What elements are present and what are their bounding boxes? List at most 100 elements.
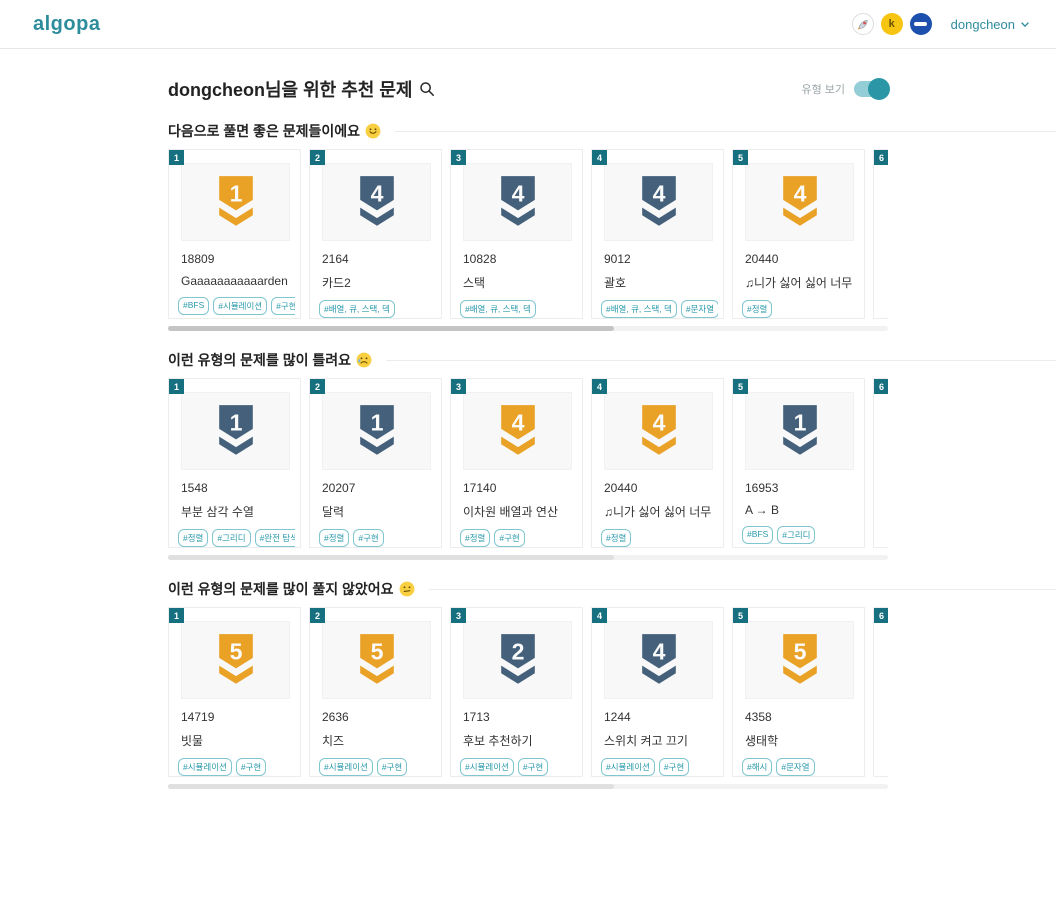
tag-chip[interactable]: #시뮬레이션 (213, 297, 267, 315)
tag-chip[interactable]: #문자열 (776, 758, 814, 776)
problem-card[interactable]: 6 (873, 607, 888, 777)
problem-card[interactable]: 1 1 1548 부분 삼각 수열 #정렬#그리디#완전 탐색 (168, 378, 301, 548)
horizontal-scrollbar[interactable] (168, 326, 888, 331)
problem-card[interactable]: 5 1 16953 A → B #BFS#그리디 (732, 378, 865, 548)
tag-chip[interactable]: #시뮬레이션 (460, 758, 514, 776)
problem-card[interactable]: 3 4 10828 스택 #배열, 큐, 스택, 덱 (450, 149, 583, 319)
tier-image: 5 (745, 621, 854, 699)
problem-card[interactable]: 4 4 9012 괄호 #배열, 큐, 스택, 덱#문자열 (591, 149, 724, 319)
problem-card[interactable]: 1 5 14719 빗물 #시뮬레이션#구현 (168, 607, 301, 777)
tier-shield-icon: 4 (638, 403, 680, 459)
tag-chip[interactable]: #배열, 큐, 스택, 덱 (460, 300, 536, 318)
tag-list: #정렬#구현 (460, 529, 577, 547)
tag-chip[interactable]: #배열, 큐, 스택, 덱 (319, 300, 395, 318)
tag-chip[interactable]: #완전 탐색 (255, 529, 295, 547)
rank-badge: 4 (592, 608, 607, 623)
tag-chip[interactable]: #그리디 (777, 526, 815, 544)
happy-face-icon (365, 123, 381, 139)
problem-section: 다음으로 풀면 좋은 문제들이에요 1 1 18809 Gaa (168, 121, 1056, 331)
tag-list: #배열, 큐, 스택, 덱 (319, 300, 436, 318)
problem-id: 20207 (322, 481, 441, 495)
toggle-label: 유형 보기 (801, 81, 845, 97)
tier-shield-icon: 4 (356, 174, 398, 230)
tag-chip[interactable]: #정렬 (742, 300, 772, 318)
problem-card[interactable]: 5 5 4358 생태학 #해시#문자열 (732, 607, 865, 777)
tag-list: #정렬#그리디 #완전 탐색 (178, 529, 295, 547)
problem-card[interactable]: 2 1 20207 달력 #정렬#구현 (309, 378, 442, 548)
tier-shield-icon: 1 (215, 174, 257, 230)
problem-id: 2164 (322, 252, 441, 266)
baekjoon-icon[interactable] (910, 13, 932, 35)
tag-list: #정렬 (742, 300, 859, 318)
section-header: 이런 유형의 문제를 많이 풀지 않았어요 (168, 579, 1056, 599)
tag-chip[interactable]: #구현 (377, 758, 407, 776)
problem-card[interactable]: 6 (873, 378, 888, 548)
problem-card[interactable]: 4 4 1244 스위치 켜고 끄기 #시뮬레이션#구현 (591, 607, 724, 777)
problem-card[interactable]: 6 (873, 149, 888, 319)
tier-shield-icon: 4 (638, 174, 680, 230)
user-menu[interactable]: dongcheon (951, 17, 1030, 32)
tag-chip[interactable]: #구현 (659, 758, 689, 776)
problem-card[interactable]: 1 1 18809 Gaaaaaaaaaaarden #BFS#시뮬레이션#구현 (168, 149, 301, 319)
tag-chip[interactable]: #BFS (178, 297, 209, 315)
tag-chip[interactable]: #정렬 (460, 529, 490, 547)
scrollbar-thumb[interactable] (168, 784, 614, 789)
tag-chip[interactable]: #구현 (236, 758, 266, 776)
problem-title: 카드2 (322, 274, 431, 291)
tag-list: #배열, 큐, 스택, 덱#문자열 (601, 300, 718, 318)
cards-viewport: 1 1 1548 부분 삼각 수열 #정렬#그리디#완전 탐색 2 1 2020… (168, 378, 888, 548)
rank-badge: 2 (310, 379, 325, 394)
rank-badge: 4 (592, 150, 607, 165)
tag-chip[interactable]: #구현 (494, 529, 524, 547)
tag-chip[interactable]: #BFS (742, 526, 773, 544)
horizontal-scrollbar[interactable] (168, 784, 888, 789)
tag-list: #시뮬레이션#구현 (178, 758, 295, 776)
tag-chip[interactable]: #시뮬레이션 (178, 758, 232, 776)
tag-chip[interactable]: #정렬 (178, 529, 208, 547)
tag-chip[interactable]: #구현 (271, 297, 295, 315)
scrollbar-thumb[interactable] (168, 326, 614, 331)
horizontal-scrollbar[interactable] (168, 555, 888, 560)
section-header: 이런 유형의 문제를 많이 틀려요 (168, 350, 1056, 370)
svg-text:4: 4 (652, 180, 665, 206)
problem-card[interactable]: 2 4 2164 카드2 #배열, 큐, 스택, 덱 (309, 149, 442, 319)
problem-card[interactable]: 3 4 17140 이차원 배열과 연산 #정렬#구현 (450, 378, 583, 548)
scrollbar-thumb[interactable] (168, 555, 614, 560)
tag-chip[interactable]: #구현 (518, 758, 548, 776)
algopa-logo[interactable]: algopa (33, 13, 100, 36)
tier-image: 5 (322, 621, 431, 699)
problem-title: 치즈 (322, 732, 431, 749)
problem-card[interactable]: 3 2 1713 후보 추천하기 #시뮬레이션#구현 (450, 607, 583, 777)
tag-chip[interactable]: #정렬 (319, 529, 349, 547)
tag-chip[interactable]: #그리디 (212, 529, 250, 547)
title-row: dongcheon님을 위한 추천 문제 유형 보기 (168, 76, 888, 102)
problem-title: 이차원 배열과 연산 (463, 503, 572, 520)
tier-shield-icon: 5 (356, 632, 398, 688)
section-title: 다음으로 풀면 좋은 문제들이에요 (168, 121, 360, 141)
section-header: 다음으로 풀면 좋은 문제들이에요 (168, 121, 1056, 141)
tag-list: #배열, 큐, 스택, 덱 (460, 300, 577, 318)
k-badge-icon[interactable]: k (881, 13, 903, 35)
problem-card[interactable]: 5 4 20440 ♫니가 싫어 싫어 너무 ... #정렬 (732, 149, 865, 319)
svg-text:2: 2 (511, 638, 524, 664)
tag-chip[interactable]: #시뮬레이션 (319, 758, 373, 776)
tag-chip[interactable]: #해시 (742, 758, 772, 776)
problem-card[interactable]: 2 5 2636 치즈 #시뮬레이션#구현 (309, 607, 442, 777)
problem-id: 20440 (745, 252, 864, 266)
tier-shield-icon: 4 (638, 632, 680, 688)
tier-image: 2 (463, 621, 572, 699)
svg-text:4: 4 (652, 409, 665, 435)
problem-title: 스위치 켜고 끄기 (604, 732, 713, 749)
problem-title: 달력 (322, 503, 431, 520)
problem-card[interactable]: 4 4 20440 ♫니가 싫어 싫어 너무 ... #정렬 (591, 378, 724, 548)
rocket-icon[interactable] (852, 13, 874, 35)
tag-chip[interactable]: #구현 (353, 529, 383, 547)
tag-chip[interactable]: #시뮬레이션 (601, 758, 655, 776)
tag-chip[interactable]: #문자열 (681, 300, 718, 318)
rank-badge: 1 (169, 608, 184, 623)
tag-chip[interactable]: #배열, 큐, 스택, 덱 (601, 300, 677, 318)
problem-id: 4358 (745, 710, 864, 724)
type-view-toggle[interactable] (854, 81, 888, 97)
problem-id: 1713 (463, 710, 582, 724)
tag-chip[interactable]: #정렬 (601, 529, 631, 547)
